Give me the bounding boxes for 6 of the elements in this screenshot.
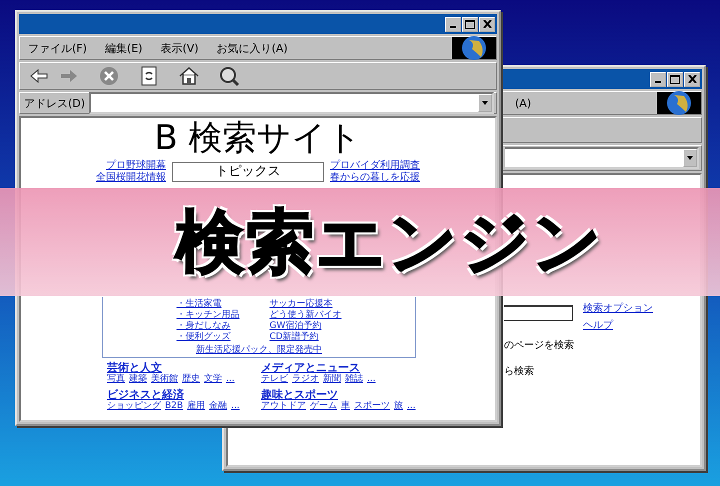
option-label: のページを検索 <box>504 338 575 352</box>
site-title: B 検索サイト <box>153 118 363 158</box>
address-label: アドレス(D) <box>24 96 86 110</box>
option-label: ら検索 <box>504 364 535 378</box>
topics-label: トピックス <box>172 162 324 182</box>
banner-title: 検索エンジン <box>176 202 604 284</box>
